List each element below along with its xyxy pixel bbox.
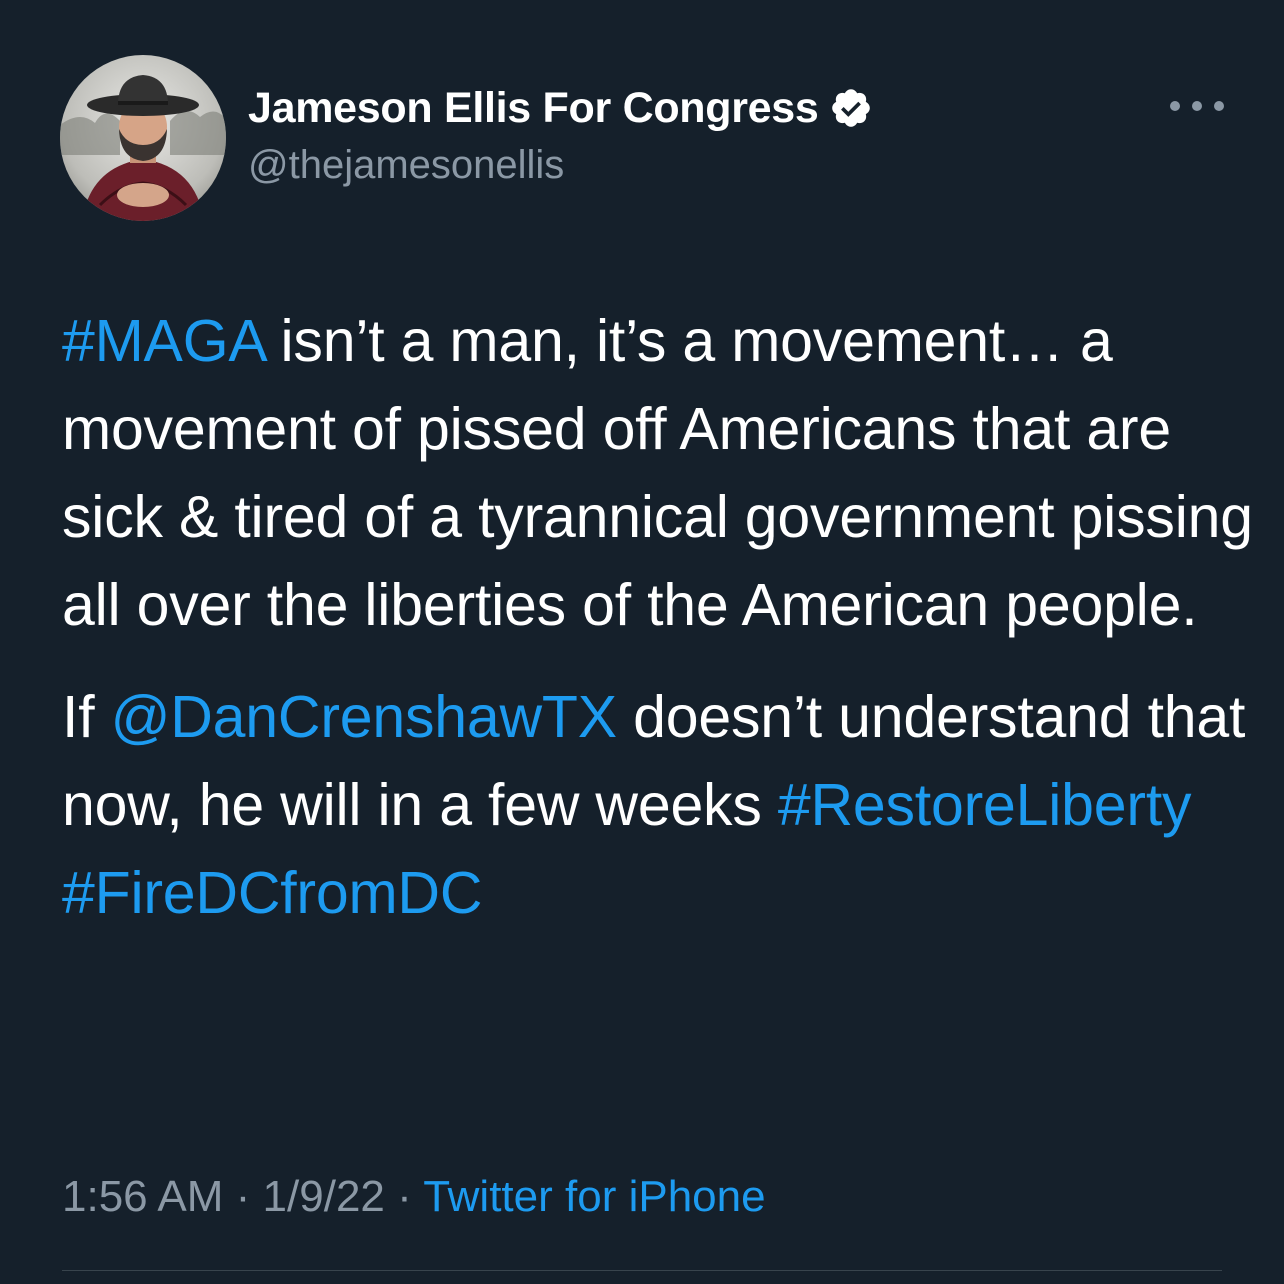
more-dot: [1170, 101, 1180, 111]
tweet-paragraph-2: If @DanCrenshawTX doesn’t understand tha…: [62, 673, 1262, 937]
tweet-time[interactable]: 1:56 AM: [62, 1172, 223, 1221]
more-dot: [1214, 101, 1224, 111]
meta-separator: ·: [223, 1172, 263, 1221]
mention-dancrenshawtx[interactable]: @DanCrenshawTX: [111, 684, 618, 750]
divider: [62, 1270, 1222, 1271]
more-dot: [1192, 101, 1202, 111]
author-name-row[interactable]: Jameson Ellis For Congress: [248, 78, 873, 138]
verified-badge-icon: [829, 86, 873, 130]
tweet-text: #MAGA isn’t a man, it’s a movement… a mo…: [62, 297, 1262, 937]
more-horizontal-icon[interactable]: [1170, 88, 1224, 124]
avatar[interactable]: [60, 55, 226, 221]
tweet-metadata: 1:56 AM · 1/9/22 · Twitter for iPhone: [62, 1172, 766, 1222]
tweet-paragraph-1: #MAGA isn’t a man, it’s a movement… a mo…: [62, 297, 1262, 649]
hashtag-restoreliberty[interactable]: #RestoreLiberty: [778, 772, 1192, 838]
hashtag-maga[interactable]: #MAGA: [62, 308, 265, 374]
author-handle[interactable]: @thejamesonellis: [248, 143, 564, 188]
tweet-source-link[interactable]: Twitter for iPhone: [423, 1172, 765, 1221]
hashtag-firedcfromdc[interactable]: #FireDCfromDC: [62, 860, 482, 926]
tweet-card: Jameson Ellis For Congress @thejamesonel…: [0, 0, 1284, 1284]
meta-separator: ·: [384, 1172, 424, 1221]
tweet-date[interactable]: 1/9/22: [263, 1172, 385, 1221]
author-display-name[interactable]: Jameson Ellis For Congress: [248, 84, 819, 133]
avatar-image: [60, 55, 226, 221]
tweet-text-segment: If: [62, 684, 111, 750]
